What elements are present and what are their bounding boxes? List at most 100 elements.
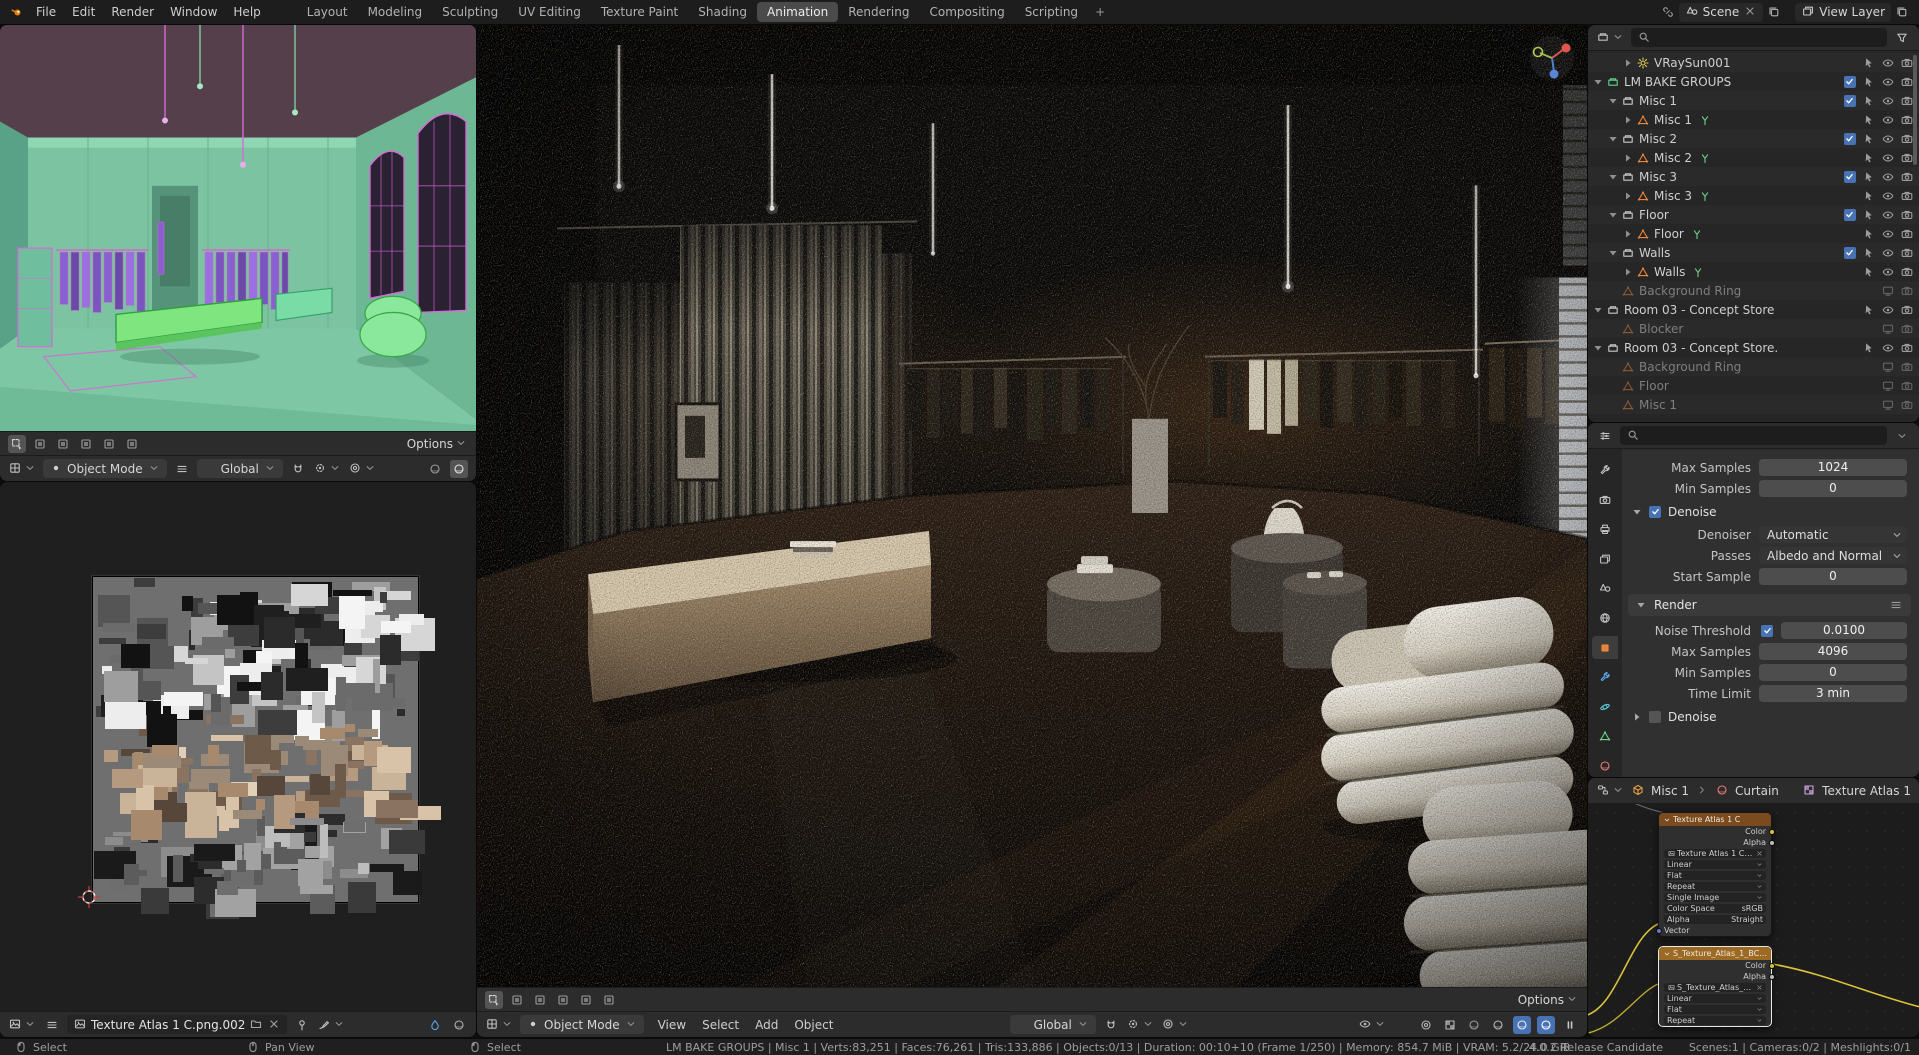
- tab-compositing[interactable]: Compositing: [919, 2, 1014, 22]
- outliner-camera-toggle[interactable]: [1898, 227, 1915, 241]
- viewport-left-options-button[interactable]: Options: [407, 436, 468, 452]
- outliner-pointer-toggle[interactable]: [1860, 94, 1877, 108]
- tool-option-2-icon[interactable]: [531, 991, 549, 1009]
- outliner-camera-toggle[interactable]: [1898, 360, 1915, 374]
- prop-max-samples-value[interactable]: 4096: [1759, 643, 1907, 660]
- outliner-exclude-checkbox[interactable]: [1844, 247, 1856, 259]
- outliner-camera-toggle[interactable]: [1898, 170, 1915, 184]
- proportional-editing-button[interactable]: [1161, 1017, 1190, 1033]
- outliner-pointer-toggle[interactable]: [1860, 341, 1877, 355]
- outliner-pointer-toggle[interactable]: [1860, 303, 1877, 317]
- outliner-eye-toggle[interactable]: [1879, 56, 1896, 70]
- outliner-eye-toggle[interactable]: [1879, 246, 1896, 260]
- active-tool-icon[interactable]: [485, 991, 503, 1009]
- view-layer-selector[interactable]: View Layer: [1795, 3, 1891, 22]
- shader-node[interactable]: Texture Atlas 1 CColorAlphaTexture Atlas…: [1658, 812, 1772, 937]
- properties-editor[interactable]: Max Samples1024Min Samples0DenoiseDenois…: [1588, 423, 1919, 777]
- outliner-row[interactable]: Room 03 - Concept Store.: [1588, 338, 1919, 357]
- outliner-row[interactable]: Floor: [1588, 224, 1919, 243]
- scene-selector[interactable]: Scene: [1679, 3, 1764, 22]
- prop-noise-threshold-checkbox[interactable]: [1761, 625, 1773, 637]
- prop-min-samples-value[interactable]: 0: [1759, 480, 1907, 497]
- outliner-pointer-toggle[interactable]: [1860, 75, 1877, 89]
- outliner-row[interactable]: Room 03 - Concept Store: [1588, 300, 1919, 319]
- properties-tab-physics[interactable]: [1592, 695, 1618, 718]
- outliner-row[interactable]: Background Ring: [1588, 281, 1919, 300]
- outliner-exclude-checkbox[interactable]: [1844, 76, 1856, 88]
- node-dropdown[interactable]: Repeat: [1664, 1016, 1766, 1025]
- viewport-menu-add[interactable]: Add: [747, 1016, 786, 1034]
- section-denoise[interactable]: Denoise: [1622, 704, 1919, 729]
- scene-browse-icon[interactable]: [1659, 3, 1677, 21]
- editor-type-button[interactable]: [8, 1017, 37, 1033]
- prop-start-sample-value[interactable]: 0: [1759, 568, 1907, 585]
- outliner-row[interactable]: Misc 1: [1588, 91, 1919, 110]
- viewport-menu-select[interactable]: Select: [694, 1016, 747, 1034]
- outliner-eye-toggle[interactable]: [1879, 170, 1896, 184]
- outliner-row[interactable]: Floor: [1588, 376, 1919, 395]
- outliner-pointer-toggle[interactable]: [1860, 208, 1877, 222]
- outliner-eye-toggle[interactable]: [1879, 303, 1896, 317]
- outliner-exclude-checkbox[interactable]: [1844, 95, 1856, 107]
- node-title[interactable]: S_Texture_Atlas_1_BC0254.png.032: [1659, 947, 1771, 960]
- tab-scripting[interactable]: Scripting: [1015, 2, 1088, 22]
- cursor-2d-icon[interactable]: [78, 886, 100, 908]
- shading-wireframe-toggle[interactable]: [426, 460, 444, 478]
- properties-search[interactable]: [1620, 426, 1887, 445]
- properties-options-icon[interactable]: [1893, 427, 1911, 445]
- blender-logo-icon[interactable]: [8, 3, 26, 21]
- navigation-gizmo[interactable]: [1529, 35, 1575, 81]
- menu-file[interactable]: File: [28, 3, 64, 21]
- outliner-row[interactable]: LM BAKE GROUPS: [1588, 72, 1919, 91]
- properties-editor-icon[interactable]: [1596, 427, 1614, 445]
- outliner-screen-toggle[interactable]: [1879, 284, 1896, 298]
- tab-layout[interactable]: Layout: [297, 2, 358, 22]
- color-sample-icon[interactable]: [426, 1016, 444, 1034]
- menu-render[interactable]: Render: [103, 3, 162, 21]
- outliner-eye-toggle[interactable]: [1879, 151, 1896, 165]
- tool-option-3-icon[interactable]: [554, 991, 572, 1009]
- outliner-exclude-checkbox[interactable]: [1844, 133, 1856, 145]
- outliner-pointer-toggle[interactable]: [1860, 265, 1877, 279]
- outliner-eye-toggle[interactable]: [1879, 341, 1896, 355]
- tab-uv-editing[interactable]: UV Editing: [508, 2, 591, 22]
- visibility-dropdown[interactable]: [1358, 1017, 1387, 1033]
- active-texture-label[interactable]: Texture Atlas 1: [1822, 784, 1911, 798]
- outliner-screen-toggle[interactable]: [1879, 360, 1896, 374]
- properties-tab-output[interactable]: [1592, 518, 1618, 541]
- node-image-field[interactable]: S_Texture_Atlas_1_…: [1664, 983, 1766, 992]
- outliner-eye-toggle[interactable]: [1879, 208, 1896, 222]
- menu-help[interactable]: Help: [225, 3, 268, 21]
- texture-atlas-image[interactable]: [92, 576, 419, 903]
- breadcrumb-object[interactable]: Misc 1: [1651, 784, 1689, 798]
- node-property[interactable]: Color SpacesRGB: [1664, 904, 1766, 913]
- node-dropdown[interactable]: Flat: [1664, 871, 1766, 880]
- pause-render-toggle[interactable]: [1561, 1016, 1579, 1034]
- panel-render[interactable]: Render: [1628, 594, 1911, 616]
- outliner-camera-toggle[interactable]: [1898, 398, 1915, 412]
- outliner-scrollbar[interactable]: [1913, 55, 1917, 165]
- tool-option-3-icon[interactable]: [77, 435, 95, 453]
- outliner-pointer-toggle[interactable]: [1860, 189, 1877, 203]
- tab-sculpting[interactable]: Sculpting: [432, 2, 508, 22]
- properties-tab-data[interactable]: [1592, 725, 1618, 748]
- properties-tab-tool[interactable]: [1592, 459, 1618, 482]
- outliner-screen-toggle[interactable]: [1879, 398, 1896, 412]
- outliner-camera-toggle[interactable]: [1898, 265, 1915, 279]
- display-channels-icon[interactable]: [450, 1016, 468, 1034]
- outliner-exclude-checkbox[interactable]: [1844, 209, 1856, 221]
- tab-modeling[interactable]: Modeling: [358, 2, 433, 22]
- outliner-eye-toggle[interactable]: [1879, 227, 1896, 241]
- outliner[interactable]: VRaySun001LM BAKE GROUPSMisc 1Misc 1Misc…: [1588, 25, 1919, 422]
- outliner-pointer-toggle[interactable]: [1860, 56, 1877, 70]
- xray-toggle[interactable]: [1441, 1016, 1459, 1034]
- outliner-row[interactable]: VRaySun001: [1588, 53, 1919, 72]
- browse-image-icon[interactable]: [249, 1017, 263, 1033]
- outliner-pointer-toggle[interactable]: [1860, 246, 1877, 260]
- menu-window[interactable]: Window: [162, 3, 225, 21]
- shading-solid-toggle[interactable]: [1489, 1016, 1507, 1034]
- outliner-camera-toggle[interactable]: [1898, 246, 1915, 260]
- editor-type-button[interactable]: [8, 461, 37, 477]
- outliner-row[interactable]: Misc 2: [1588, 129, 1919, 148]
- snap-magnet-toggle[interactable]: [289, 460, 307, 478]
